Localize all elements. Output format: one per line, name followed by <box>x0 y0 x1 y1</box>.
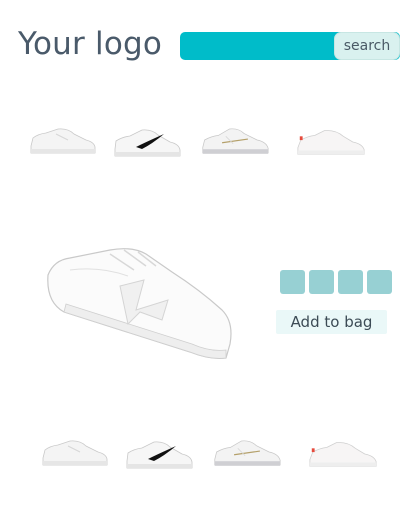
white-sneaker-gold-stripe-icon <box>214 440 281 466</box>
search-button[interactable]: search <box>334 32 400 60</box>
white-sneaker-black-swoosh-icon <box>114 129 181 157</box>
white-sneaker-icon <box>30 128 96 154</box>
thumbnail-shoe-3[interactable] <box>200 120 270 160</box>
white-sneaker-large-image <box>47 248 232 359</box>
add-to-bag-button[interactable]: Add to bag <box>276 310 387 334</box>
thumbnail-shoe-7[interactable] <box>212 432 282 472</box>
white-sneaker-red-tab-icon <box>309 442 377 467</box>
hero-product-image <box>40 240 236 365</box>
logo-text: Your logo <box>18 26 163 62</box>
color-swatch-1[interactable] <box>280 270 305 294</box>
color-swatch-4[interactable] <box>367 270 392 294</box>
thumbnail-shoe-6[interactable] <box>124 434 194 474</box>
thumbnail-shoe-5[interactable] <box>40 432 110 472</box>
color-swatch-2[interactable] <box>309 270 334 294</box>
thumbnail-shoe-2[interactable] <box>112 122 182 162</box>
white-sneaker-gold-stripe-icon <box>202 128 269 154</box>
thumbnail-shoe-4[interactable] <box>296 122 366 162</box>
white-sneaker-icon <box>42 440 108 466</box>
thumbnail-shoe-8[interactable] <box>308 434 378 474</box>
thumbnail-shoe-1[interactable] <box>28 120 98 160</box>
white-sneaker-red-tab-icon <box>297 130 365 155</box>
search-input[interactable]: search <box>180 32 400 60</box>
color-swatch-3[interactable] <box>338 270 363 294</box>
color-swatches <box>280 270 392 294</box>
white-sneaker-black-swoosh-icon <box>126 441 193 469</box>
